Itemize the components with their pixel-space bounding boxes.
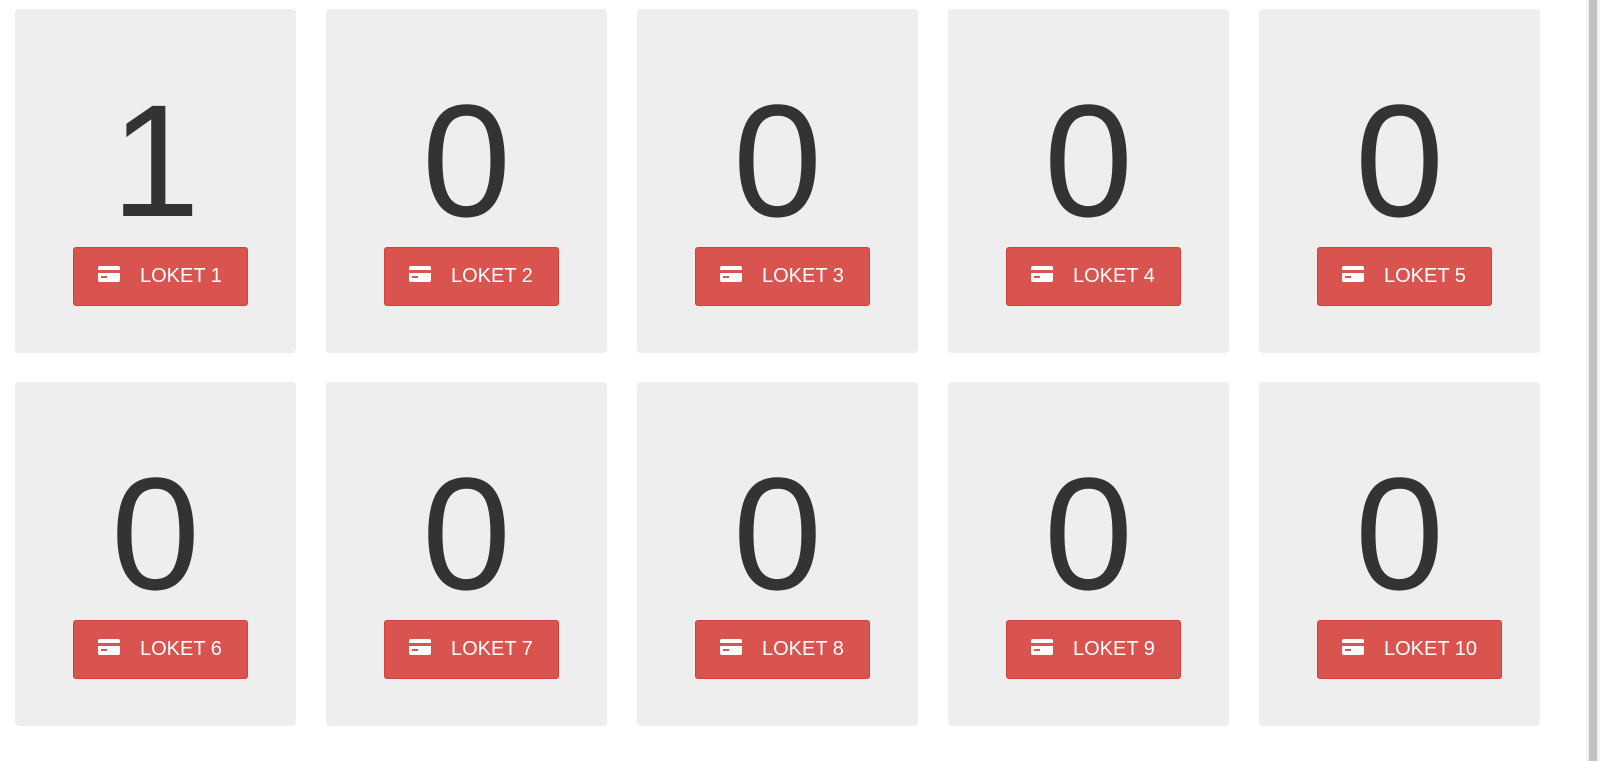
counter-card: 0 LOKET 6 [15, 382, 296, 726]
vertical-scrollbar[interactable] [1586, 0, 1600, 761]
queue-count: 0 [733, 444, 822, 623]
credit-card-icon [1031, 638, 1053, 655]
loket-button[interactable]: LOKET 1 [73, 247, 248, 306]
loket-button-label: LOKET 4 [1073, 265, 1155, 287]
loket-button-label: LOKET 7 [451, 638, 533, 660]
counter-grid: 1 LOKET 1 0 LOKET 2 0 LOKET 3 0 LOKET 4 … [15, 9, 1540, 726]
loket-button-label: LOKET 10 [1384, 638, 1478, 660]
counter-card: 0 LOKET 10 [1259, 382, 1540, 726]
credit-card-icon [720, 638, 742, 655]
counter-card: 0 LOKET 4 [948, 9, 1229, 353]
queue-count: 0 [422, 71, 511, 250]
credit-card-icon [1031, 265, 1053, 282]
counter-card: 0 LOKET 7 [326, 382, 607, 726]
loket-button-label: LOKET 3 [762, 265, 844, 287]
loket-button[interactable]: LOKET 6 [73, 620, 248, 679]
loket-button[interactable]: LOKET 3 [695, 247, 870, 306]
credit-card-icon [1342, 638, 1364, 655]
queue-count: 0 [1044, 71, 1133, 250]
credit-card-icon [409, 265, 431, 282]
loket-button[interactable]: LOKET 4 [1006, 247, 1181, 306]
credit-card-icon [720, 265, 742, 282]
scrollbar-thumb[interactable] [1589, 0, 1597, 761]
loket-button-label: LOKET 5 [1384, 265, 1466, 287]
loket-button[interactable]: LOKET 8 [695, 620, 870, 679]
queue-count: 0 [1355, 71, 1444, 250]
loket-button-label: LOKET 8 [762, 638, 844, 660]
loket-button[interactable]: LOKET 9 [1006, 620, 1181, 679]
loket-button[interactable]: LOKET 2 [384, 247, 559, 306]
counter-card: 0 LOKET 9 [948, 382, 1229, 726]
queue-count: 0 [1044, 444, 1133, 623]
counter-card: 1 LOKET 1 [15, 9, 296, 353]
counter-card: 0 LOKET 8 [637, 382, 918, 726]
credit-card-icon [1342, 265, 1364, 282]
loket-button[interactable]: LOKET 5 [1317, 247, 1492, 306]
counter-card: 0 LOKET 5 [1259, 9, 1540, 353]
counter-card: 0 LOKET 2 [326, 9, 607, 353]
queue-count: 0 [1355, 444, 1444, 623]
loket-button-label: LOKET 1 [140, 265, 222, 287]
queue-count: 0 [733, 71, 822, 250]
loket-button-label: LOKET 6 [140, 638, 222, 660]
loket-button[interactable]: LOKET 7 [384, 620, 559, 679]
queue-count: 0 [111, 444, 200, 623]
credit-card-icon [98, 638, 120, 655]
page: 1 LOKET 1 0 LOKET 2 0 LOKET 3 0 LOKET 4 … [0, 0, 1600, 761]
credit-card-icon [98, 265, 120, 282]
loket-button-label: LOKET 9 [1073, 638, 1155, 660]
queue-count: 1 [111, 71, 200, 250]
credit-card-icon [409, 638, 431, 655]
counter-card: 0 LOKET 3 [637, 9, 918, 353]
loket-button[interactable]: LOKET 10 [1317, 620, 1503, 679]
queue-count: 0 [422, 444, 511, 623]
loket-button-label: LOKET 2 [451, 265, 533, 287]
